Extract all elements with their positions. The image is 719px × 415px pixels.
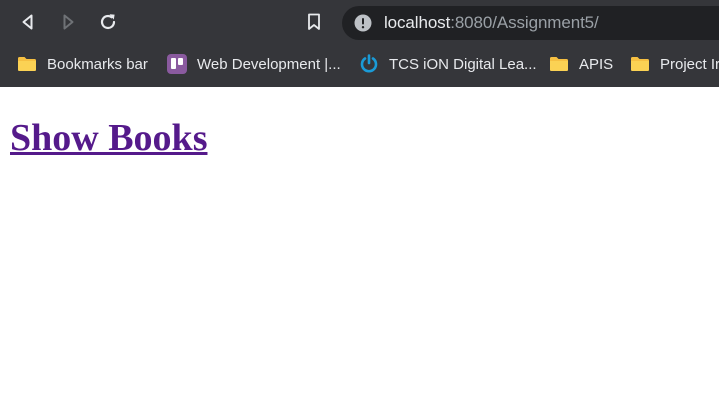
bookmark-icon [308,13,320,30]
bookmark-web-development[interactable]: Web Development |... [167,52,341,76]
forward-button[interactable] [54,8,82,36]
address-bar[interactable]: localhost:8080/Assignment5/ [342,6,719,40]
reload-icon [100,14,116,30]
back-button[interactable] [14,8,42,36]
bookmark-label: TCS iON Digital Lea... [389,55,537,73]
show-books-link[interactable]: Show Books [10,116,207,160]
back-arrow-icon [22,14,33,30]
forward-arrow-icon [63,14,74,30]
bookmark-bookmarks-bar[interactable]: Bookmarks bar [17,52,148,76]
bookmark-tcs-ion[interactable]: TCS iON Digital Lea... [359,52,537,76]
folder-icon [549,55,569,73]
bookmark-label: Web Development |... [197,55,341,73]
trello-icon [167,54,187,74]
bookmark-star-button[interactable] [300,8,328,36]
address-url[interactable]: localhost:8080/Assignment5/ [384,13,599,33]
bookmark-apis[interactable]: APIS [549,52,613,76]
folder-icon [17,55,37,73]
info-icon[interactable] [354,14,372,32]
reload-button[interactable] [94,8,122,36]
url-host: localhost [384,13,451,32]
url-path: :8080/Assignment5/ [450,13,599,32]
tcs-ion-power-icon [359,54,379,73]
browser-toolbar: localhost:8080/Assignment5/ [0,0,719,46]
folder-icon [630,55,650,73]
bookmarks-bar: Bookmarks bar Web Development |... TCS i… [0,46,719,83]
bookmark-label: Project Ir [660,55,719,73]
page-content: Show Books [0,87,719,415]
bookmark-label: APIS [579,55,614,73]
bookmark-project[interactable]: Project Ir [630,52,719,76]
bookmark-label: Bookmarks bar [47,55,148,73]
browser-chrome: localhost:8080/Assignment5/ Bookmarks ba… [0,0,719,87]
